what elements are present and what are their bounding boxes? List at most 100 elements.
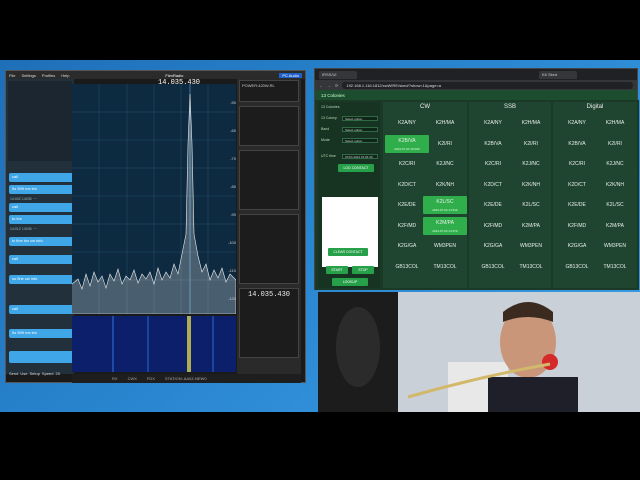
colony-cell[interactable]: K2J/NC [509,155,553,173]
colony-call: K2L/SC [522,202,540,208]
macro-button[interactable]: call [9,255,77,264]
tab-k6-sked[interactable]: K6 Sked [539,70,577,79]
main-frequency[interactable]: 14.035.430 [158,79,200,87]
macro-button[interactable]: 5s 599 ms tnx [9,329,77,338]
colony-call: K2J/NC [522,161,540,167]
colony-call: K2G/GA [397,243,417,249]
macro-button[interactable]: tu tnx [9,215,77,224]
macro-button[interactable]: so fine cw info [9,275,77,284]
macro-button[interactable]: 5s 599 ms tnx [9,185,77,194]
send-button[interactable]: Send [9,371,18,376]
colony-call: K2C/RI [398,161,416,167]
colony-call: K2D/CT [484,181,502,188]
colony-cell[interactable]: K2M/PA [593,217,637,235]
colony-cell[interactable]: K2J/NC [423,155,467,173]
colony-cell[interactable]: TM13COL [509,258,553,276]
colony-call: K2C/RI [484,161,502,167]
colony-call: TM13COL [433,263,457,270]
stop-button[interactable]: STOP [352,266,374,274]
macro-button[interactable]: tx fine tnx cw info [9,237,77,246]
clear-contact-button[interactable]: CLEAR CONTACT [328,248,368,256]
slice-controls[interactable] [239,214,299,284]
waterfall-display[interactable] [72,316,236,372]
menu-file[interactable]: File [9,73,15,78]
colony-cell[interactable]: TM13COL [423,258,467,276]
colony-call: GB13COL [395,263,419,270]
contact-time: 2024-07-04 14:51Z [432,208,458,212]
colony-call: GB13COL [565,263,589,270]
colony-cell[interactable]: K2M/PA 2024-07-04 14:47Z [423,216,467,235]
speed-label: Speed [41,371,54,376]
colony-select[interactable]: Select option [342,116,378,121]
colony-cell[interactable]: K2I/RI [423,135,467,153]
colony-cell[interactable]: K2K/NH [423,176,467,194]
radio-control-panel: POWER:420W.RL 14.035.430 [237,78,301,383]
colony-call: K2B/VA [568,140,586,147]
use-button[interactable]: Use [20,371,27,376]
mode-select[interactable]: Select option [342,138,378,143]
colony-cell[interactable]: WM3PEN [593,237,637,255]
colony-cell[interactable]: K2I/RI [593,135,637,153]
colony-call: K2A/NY [484,120,502,126]
macro-button[interactable]: call [9,173,77,182]
colony-call: K2A/NY [568,120,586,126]
pc-audio-button[interactable]: PC Audio [279,72,302,78]
cw-column: CW K2A/NY K2H/MA K2B/VA 2024-07-04 15:02Z K2… [383,102,467,288]
forward-icon[interactable]: → [327,83,331,88]
menu-help[interactable]: Help [61,73,69,78]
menu-profiles[interactable]: Profiles [42,73,55,78]
colony-cell[interactable]: K2L/SC [593,196,637,214]
macro-button[interactable]: call [9,203,77,212]
colony-cell[interactable]: WM3PEN [509,237,553,255]
band-select[interactable]: Select option [342,127,378,132]
colony-cell[interactable]: WM3PEN [423,237,467,255]
colony-cell[interactable]: TM13COL [593,258,637,276]
db-scale: -50 -60 -70 -80 -90 -100 -110 -120 [227,100,236,301]
lookup-button[interactable]: LOOKUP [332,278,368,286]
cw-controls[interactable] [239,150,299,210]
colony-call: K2A/NY [398,120,416,126]
colony-call: TM13COL [603,263,627,270]
reload-icon[interactable]: ⟳ [335,83,338,88]
colony-call: K2E/DE [484,202,502,208]
speed-value[interactable]: 20 [56,371,60,376]
colony-call: K2H/MA [435,120,455,126]
colony-cell[interactable]: K2J/NC [593,155,637,173]
colony-call: K2F/MD [397,222,417,229]
colony-cell[interactable]: K2H/MA [509,114,553,132]
colony-cell[interactable]: K2L/SC [509,196,553,214]
colony-call: K2B/VA [484,140,502,147]
slice-frequency[interactable]: 14.035.430 [248,291,290,299]
colony-cell[interactable]: K2K/NH [509,176,553,194]
colony-cell[interactable]: K2K/NH [593,176,637,194]
colony-cell[interactable]: K2M/PA [509,217,553,235]
colony-call: K2M/PA [522,222,540,229]
colony-call: K2K/NH [521,181,541,188]
contacts-table[interactable] [322,197,378,267]
setup-button[interactable]: Setup [29,371,39,376]
ssb-column: SSB K2A/NY K2H/MA K2B/VA K2I/RI K2C/RI K2J/NC… [469,102,551,288]
tab-irss[interactable]: IRSS/UI [319,70,357,79]
back-icon[interactable]: ← [319,83,323,88]
colony-cell[interactable]: K2H/MA [423,114,467,132]
tx-meters [239,106,299,146]
macro-button-active[interactable] [9,351,77,363]
colony-cell[interactable]: K2I/RI [509,135,553,153]
colony-cell[interactable]: K2L/SC 2024-07-04 14:51Z [423,196,467,214]
menu-settings[interactable]: Settings [21,73,35,78]
colony-call: TM13COL [519,263,543,270]
colony-call: K2G/GA [483,243,503,249]
colony-cell[interactable]: K2H/MA [593,114,637,132]
time-field[interactable]: 07/04 2024 15:04:30 [342,154,378,159]
log-contact-button[interactable]: LOG CONTACT [338,164,374,172]
slice-receiver[interactable]: 14.035.430 [239,288,299,358]
colony-call: K2M/PA [436,219,454,226]
colony-call: K2D/CT [398,181,416,188]
start-button[interactable]: START [326,266,348,274]
panadapter[interactable] [71,84,237,315]
macro-button[interactable]: call [9,305,77,314]
url-input[interactable]: 192.168.1.116:1812/cwWIRE/sked/?show=1&p… [342,81,633,89]
power-meter: POWER:420W.RL [239,80,299,102]
sdr-status-bar: RX CWX FDX STATION: AA0Z-NEW0 [72,374,301,383]
webcam-view [318,292,640,412]
